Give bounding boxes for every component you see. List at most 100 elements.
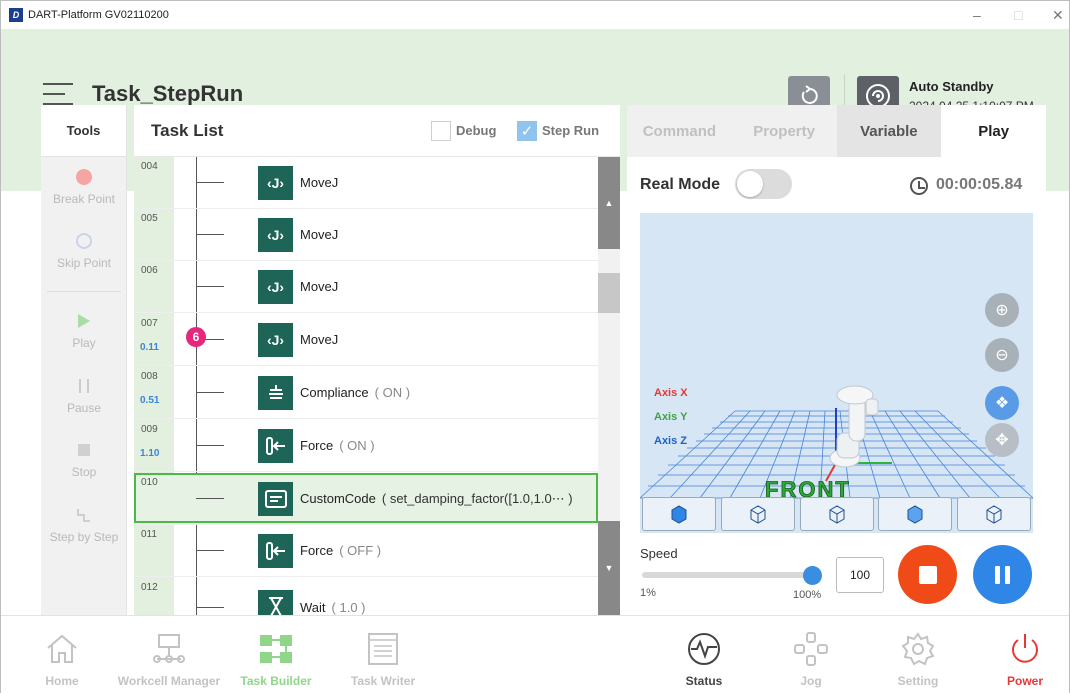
zoom-out-button[interactable]: ⊖: [985, 338, 1019, 372]
tree-branch: [196, 392, 224, 393]
task-row[interactable]: 007 0.11 6 ‹J› MoveJ: [134, 314, 598, 366]
dart-logo-icon: D: [9, 8, 23, 22]
tool-pause[interactable]: Pause: [41, 366, 127, 426]
axis-y-label: Axis Y: [654, 411, 688, 423]
pan-icon: ✥: [995, 432, 1009, 449]
minimize-icon[interactable]: –: [973, 7, 981, 23]
nav-setting[interactable]: Setting: [863, 616, 973, 694]
command-name: Compliance( ON ): [300, 385, 411, 400]
reset-icon: [801, 85, 818, 104]
speed-label: Speed: [640, 546, 678, 561]
zoom-in-icon: ⊕: [995, 302, 1009, 319]
tool-break-point[interactable]: Break Point: [41, 157, 127, 217]
nav-task-builder[interactable]: Task Builder: [221, 616, 331, 694]
speed-max-label: 100%: [793, 589, 822, 601]
task-row[interactable]: 005 ‹J› MoveJ: [134, 209, 598, 261]
toggle-knob: [737, 171, 763, 197]
step-run-checkbox[interactable]: ✓: [517, 121, 537, 141]
row-elapsed-time: 1.10: [140, 448, 160, 459]
app-window: D DART-Platform GV02110200 – □ ✕ Task_St…: [0, 0, 1070, 693]
cube-view-icon: [829, 505, 844, 524]
pan-view-button[interactable]: ✥: [985, 423, 1019, 457]
tree-branch: [196, 445, 224, 446]
row-number: 004: [141, 161, 158, 172]
power-icon: [1007, 630, 1043, 668]
zoom-in-button[interactable]: ⊕: [985, 293, 1019, 327]
cube-view-icon: [750, 505, 766, 524]
pause-button[interactable]: [973, 545, 1032, 604]
workcell-manager-icon: [151, 630, 187, 668]
real-mode-toggle[interactable]: [735, 169, 792, 199]
cube-view-icon: [986, 505, 1002, 524]
row-elapsed-time: 0.11: [140, 342, 159, 353]
debug-checkbox[interactable]: [431, 121, 451, 141]
nav-task-writer[interactable]: Task Writer: [328, 616, 438, 694]
maximize-icon[interactable]: □: [1014, 7, 1022, 23]
rotate-view-button[interactable]: ❖: [985, 386, 1019, 420]
task-row[interactable]: 006 ‹J› MoveJ: [134, 261, 598, 313]
real-mode-label: Real Mode: [640, 176, 721, 193]
task-row[interactable]: 004 ‹J› MoveJ: [134, 157, 598, 209]
force-icon: [258, 429, 293, 463]
task-row[interactable]: 011 Force( OFF ): [134, 525, 598, 577]
scroll-thumb[interactable]: [598, 273, 620, 313]
row-number: 008: [141, 371, 158, 382]
robot-arm: [825, 385, 892, 482]
tree-branch: [196, 607, 224, 608]
tab-command[interactable]: Command: [627, 105, 732, 157]
command-arg: ( OFF ): [339, 543, 382, 558]
speed-slider-knob[interactable]: [803, 566, 822, 585]
command-name: MoveJ: [300, 227, 339, 242]
stop-button[interactable]: [898, 545, 957, 604]
nav-home[interactable]: Home: [7, 616, 117, 694]
speed-slider[interactable]: [642, 572, 814, 578]
task-row[interactable]: 008 0.51 Compliance( ON ): [134, 367, 598, 419]
task-list-scrollbar[interactable]: ▲ ▼: [598, 157, 620, 615]
pause-icon: [995, 565, 1000, 584]
tool-step-by-step[interactable]: Step by Step: [41, 495, 127, 555]
tool-stop[interactable]: Stop: [41, 430, 127, 490]
tool-skip-point[interactable]: Skip Point: [41, 221, 127, 281]
skip-point-icon: [75, 232, 93, 250]
task-row-selected[interactable]: 010 CustomCode( set_damping_factor([1.0,…: [134, 473, 598, 525]
tab-play[interactable]: Play: [941, 105, 1046, 157]
tool-play[interactable]: Play: [41, 301, 127, 361]
jog-icon: [793, 630, 829, 668]
view-preset-button[interactable]: [799, 497, 874, 531]
nav-workcell-manager[interactable]: Workcell Manager: [114, 616, 224, 694]
task-list-title: Task List: [151, 120, 224, 140]
nav-jog[interactable]: Jog: [756, 616, 866, 694]
view-preset-button[interactable]: [957, 497, 1031, 531]
axis-z-label: Axis Z: [654, 435, 688, 447]
tab-property[interactable]: Property: [731, 105, 837, 157]
clock-icon: [910, 177, 928, 195]
nav-power[interactable]: Power: [970, 616, 1070, 694]
zoom-out-icon: ⊖: [995, 347, 1009, 364]
tree-branch: [196, 286, 224, 287]
movej-icon: ‹J›: [258, 323, 293, 357]
compliance-icon: [258, 376, 293, 410]
status-icon: [686, 630, 722, 668]
view-preset-button[interactable]: [642, 497, 716, 531]
task-list-panel: Task List Debug ✓ Step Run 004 ‹J› MoveJ…: [134, 105, 620, 615]
movej-icon: ‹J›: [258, 166, 293, 200]
pause-icon: [75, 377, 93, 395]
row-number: 009: [141, 424, 158, 435]
axis-x-label: Axis X: [654, 387, 688, 399]
scroll-down-button[interactable]: ▼: [598, 521, 620, 615]
robot-3d-viewer[interactable]: FRONT Axis X Axis Y Axis Z ⊕ ⊖ ❖ ✥: [640, 213, 1033, 533]
view-preset-button[interactable]: [878, 497, 953, 531]
close-icon[interactable]: ✕: [1052, 7, 1064, 24]
view-preset-button[interactable]: [720, 497, 795, 531]
command-name: CustomCode( set_damping_factor([1.0,1.0⋯…: [300, 491, 573, 506]
speed-input[interactable]: 100: [836, 557, 884, 593]
break-point-icon: [75, 168, 93, 186]
scroll-up-button[interactable]: ▲: [598, 157, 620, 249]
task-writer-icon: [365, 630, 401, 668]
nav-status[interactable]: Status: [649, 616, 759, 694]
chevron-up-icon: ▲: [604, 198, 614, 208]
tab-variable[interactable]: Variable: [836, 105, 942, 157]
task-row[interactable]: 009 1.10 Force( ON ): [134, 420, 598, 472]
tools-title: Tools: [41, 105, 126, 157]
task-row[interactable]: 012 Wait( 1.0 ): [134, 578, 598, 615]
